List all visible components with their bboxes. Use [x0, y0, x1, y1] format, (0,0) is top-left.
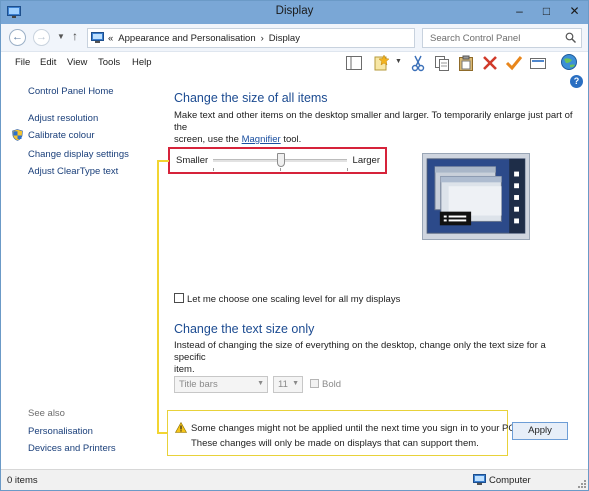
status-location: Computer: [489, 475, 531, 486]
help-icon[interactable]: ?: [570, 75, 583, 88]
font-size-select[interactable]: 11 ▼: [273, 376, 303, 393]
magnifier-link[interactable]: Magnifier: [242, 134, 281, 145]
minimize-button[interactable]: –: [506, 1, 533, 21]
favorites-icon[interactable]: [373, 54, 391, 72]
menu-help[interactable]: Help: [132, 57, 152, 68]
panel-icon[interactable]: [345, 54, 363, 72]
size-slider-thumb[interactable]: [277, 153, 285, 167]
sidebar-item-devices-printers[interactable]: Devices and Printers: [28, 443, 116, 454]
breadcrumb: « Appearance and Personalisation › Display: [108, 33, 305, 44]
sidebar-item-calibrate-colour[interactable]: Calibrate colour: [28, 130, 95, 141]
text-size-description-line1: Instead of changing the size of everythi…: [174, 340, 546, 363]
shield-icon: [12, 129, 23, 141]
title-bar: Display – □ ✕: [1, 1, 588, 24]
checkmark-icon[interactable]: [505, 54, 523, 72]
menu-tools[interactable]: Tools: [98, 57, 120, 68]
warning-icon: [175, 422, 187, 433]
search-icon[interactable]: [565, 32, 576, 43]
breadcrumb-separator: ›: [260, 33, 264, 44]
font-size-select-value: 11: [278, 379, 288, 390]
sidebar-item-personalisation[interactable]: Personalisation: [28, 426, 93, 437]
paste-icon[interactable]: [457, 54, 475, 72]
resize-grip-icon[interactable]: [578, 480, 586, 488]
control-panel-icon: [91, 32, 104, 43]
globe-icon[interactable]: [560, 53, 578, 71]
size-description-prefix: screen, use the: [174, 134, 242, 145]
callout-guide-line: [157, 160, 159, 433]
menu-edit[interactable]: Edit: [40, 57, 56, 68]
breadcrumb-display[interactable]: Display: [269, 33, 300, 44]
computer-icon: [473, 474, 486, 485]
chevron-down-icon: ▼: [292, 380, 299, 387]
up-button[interactable]: ↑: [72, 29, 78, 43]
sidebar-item-home[interactable]: Control Panel Home: [28, 86, 114, 97]
search-placeholder: Search Control Panel: [430, 33, 521, 44]
breadcrumb-overflow[interactable]: «: [108, 33, 113, 44]
menu-file[interactable]: File: [15, 57, 30, 68]
menu-view[interactable]: View: [67, 57, 87, 68]
slider-tick: [213, 168, 214, 171]
favorites-dropdown-icon[interactable]: ▼: [395, 58, 402, 65]
sidebar-item-adjust-cleartype[interactable]: Adjust ClearType text: [28, 166, 118, 177]
display-window: Display – □ ✕ ← → ▼ ↑ « Appearance and Pe…: [0, 0, 589, 491]
chevron-down-icon: ▼: [257, 380, 264, 387]
display-preview-image: [422, 153, 530, 240]
scaling-checkbox[interactable]: [174, 293, 184, 303]
item-select[interactable]: Title bars ▼: [174, 376, 268, 393]
back-button[interactable]: ←: [9, 29, 26, 46]
heading-text-size: Change the text size only: [174, 322, 315, 336]
slider-larger-label: Larger: [352, 155, 380, 166]
properties-icon[interactable]: [529, 54, 547, 72]
address-row: ← → ▼ ↑ « Appearance and Personalisation ›…: [1, 24, 588, 52]
search-input[interactable]: Search Control Panel: [422, 28, 582, 48]
slider-tick: [347, 168, 348, 171]
menu-bar: File Edit View Tools Help ▼: [1, 52, 588, 74]
status-item-count: 0 items: [7, 475, 38, 486]
status-bar: 0 items Computer: [1, 469, 588, 490]
window-title: Display: [275, 5, 314, 17]
bold-label: Bold: [322, 379, 342, 390]
bold-checkbox-row[interactable]: Bold: [310, 379, 341, 390]
bold-checkbox[interactable]: [310, 379, 319, 388]
heading-change-size: Change the size of all items: [174, 91, 328, 105]
scaling-checkbox-row[interactable]: Let me choose one scaling level for all …: [174, 293, 400, 305]
notice-line1: Some changes might not be applied until …: [191, 423, 518, 434]
address-bar[interactable]: «Appearance and Personalisation › Display …: [87, 28, 495, 48]
copy-icon[interactable]: [433, 54, 451, 72]
scaling-checkbox-label: Let me choose one scaling level for all …: [187, 294, 401, 305]
text-size-description-line2: item.: [174, 364, 195, 375]
close-button[interactable]: ✕: [561, 1, 588, 21]
maximize-button[interactable]: □: [533, 1, 560, 21]
sidebar-item-adjust-resolution[interactable]: Adjust resolution: [28, 113, 98, 124]
notice-line2: These changes will only be made on displ…: [191, 438, 479, 449]
apply-button[interactable]: Apply: [512, 422, 568, 440]
text-size-description: Instead of changing the size of everythi…: [174, 340, 574, 376]
size-description: Make text and other items on the desktop…: [174, 110, 574, 146]
slider-tick: [280, 168, 281, 171]
size-description-line2: screen, use the Magnifier tool.: [174, 134, 574, 146]
cut-icon[interactable]: [409, 54, 427, 72]
size-slider-highlight: Smaller Larger: [168, 147, 387, 174]
forward-button[interactable]: →: [33, 29, 50, 46]
size-description-suffix: tool.: [280, 134, 302, 145]
sidebar-item-change-display-settings[interactable]: Change display settings: [28, 149, 129, 160]
recent-pages-dropdown[interactable]: ▼: [57, 32, 65, 41]
see-also-label: See also: [28, 408, 65, 419]
notice-box: Some changes might not be applied until …: [167, 410, 518, 456]
item-select-value: Title bars: [179, 379, 218, 390]
size-description-line1: Make text and other items on the desktop…: [174, 110, 573, 133]
slider-smaller-label: Smaller: [176, 155, 209, 166]
breadcrumb-appearance[interactable]: Appearance and Personalisation: [118, 33, 255, 44]
delete-icon[interactable]: [481, 54, 499, 72]
